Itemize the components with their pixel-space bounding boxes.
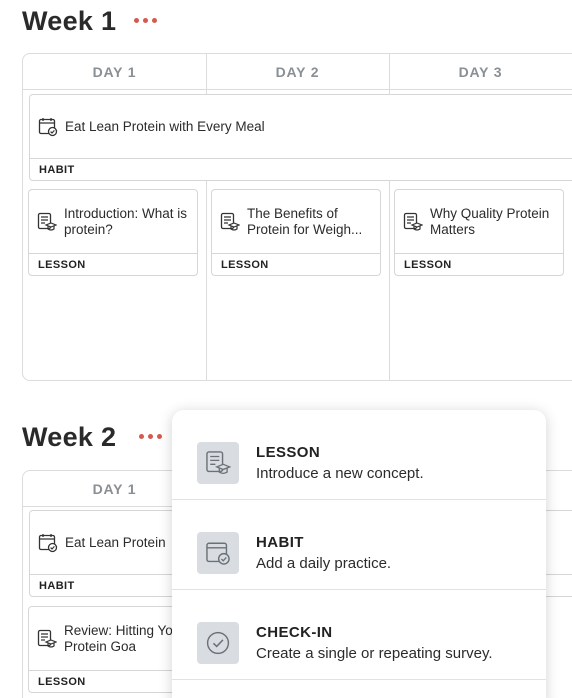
week-1-day-3-lesson-card[interactable]: Why Quality Protein Matters LESSON: [394, 189, 564, 276]
check-in-icon: [197, 622, 239, 664]
habit-title: Eat Lean Protein: [65, 535, 166, 550]
lesson-icon: [37, 212, 57, 231]
card-type-label: LESSON: [395, 253, 563, 275]
dot-icon: [143, 18, 148, 23]
lesson-title: Why Quality Protein Matters: [430, 206, 550, 237]
lesson-title: Introduction: What is protein?: [64, 206, 188, 237]
menu-item-label: HABIT: [256, 534, 304, 551]
card-type-label: HABIT: [30, 158, 572, 180]
week-2-more-options-button[interactable]: [137, 430, 164, 443]
add-content-menu: LESSON Introduce a new concept. HABIT Ad…: [172, 410, 546, 698]
lesson-icon: [37, 629, 57, 648]
menu-item-description: Create a single or repeating survey.: [256, 645, 493, 662]
week-1-day-1-lesson-card[interactable]: Introduction: What is protein? LESSON: [28, 189, 198, 276]
week-1-day-3-header: DAY 3: [389, 54, 572, 90]
menu-item-label: LESSON: [256, 444, 321, 461]
lesson-icon: [220, 212, 240, 231]
habit-icon: [197, 532, 239, 574]
menu-item-habit[interactable]: HABIT Add a daily practice.: [172, 500, 546, 590]
lesson-title: The Benefits of Protein for Weigh...: [247, 206, 363, 237]
habit-icon: [38, 534, 58, 553]
habit-title: Eat Lean Protein with Every Meal: [65, 119, 265, 134]
habit-icon: [38, 118, 58, 137]
menu-item-check-in[interactable]: CHECK-IN Create a single or repeating su…: [172, 590, 546, 680]
card-body: The Benefits of Protein for Weigh...: [212, 190, 380, 254]
card-body: Why Quality Protein Matters: [395, 190, 563, 254]
lesson-icon: [197, 442, 239, 484]
menu-item-description: Add a daily practice.: [256, 555, 392, 572]
card-body: Introduction: What is protein?: [29, 190, 197, 254]
card-body: Eat Lean Protein with Every Meal: [30, 95, 572, 159]
week-1-title: Week 1: [22, 6, 117, 36]
dot-icon: [157, 434, 162, 439]
dot-icon: [134, 18, 139, 23]
week-1-habit-card[interactable]: Eat Lean Protein with Every Meal HABIT: [29, 94, 572, 181]
week-2-title: Week 2: [22, 422, 117, 452]
dot-icon: [152, 18, 157, 23]
menu-item-lesson[interactable]: LESSON Introduce a new concept.: [172, 410, 546, 500]
dot-icon: [139, 434, 144, 439]
card-type-label: LESSON: [29, 253, 197, 275]
card-type-label: LESSON: [212, 253, 380, 275]
menu-item-description: Introduce a new concept.: [256, 465, 424, 482]
week-1-day-1-header: DAY 1: [23, 54, 206, 90]
week-1-day-2-header: DAY 2: [206, 54, 389, 90]
week-1-day-2-lesson-card[interactable]: The Benefits of Protein for Weigh... LES…: [211, 189, 381, 276]
dot-icon: [148, 434, 153, 439]
menu-item-label: CHECK-IN: [256, 624, 333, 641]
lesson-icon: [403, 212, 423, 231]
week-1-more-options-button[interactable]: [132, 14, 159, 27]
